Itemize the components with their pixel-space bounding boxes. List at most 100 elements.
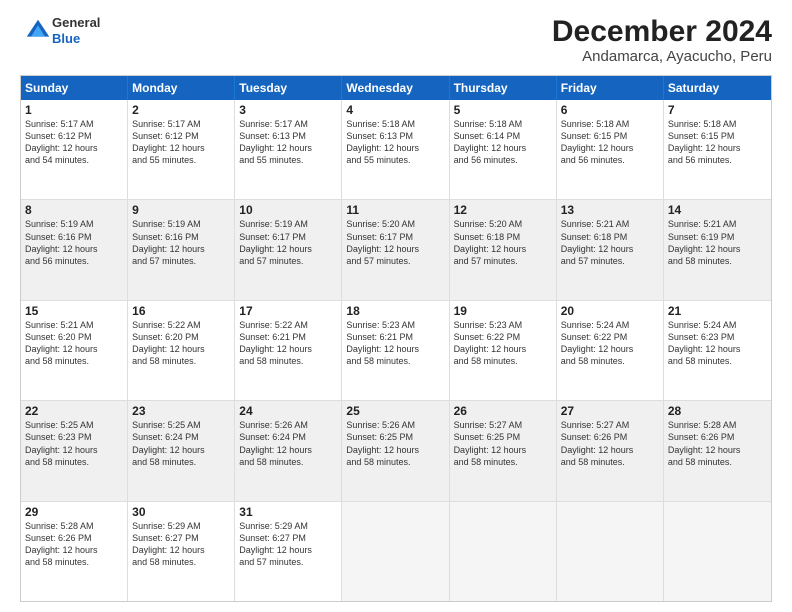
calendar-cell: 16Sunrise: 5:22 AM Sunset: 6:20 PM Dayli… xyxy=(128,301,235,400)
day-number: 31 xyxy=(239,505,337,519)
calendar-row: 15Sunrise: 5:21 AM Sunset: 6:20 PM Dayli… xyxy=(21,300,771,400)
day-number: 17 xyxy=(239,304,337,318)
calendar-header-cell: Friday xyxy=(557,76,664,100)
day-number: 7 xyxy=(668,103,767,117)
day-number: 24 xyxy=(239,404,337,418)
logo-text: General Blue xyxy=(52,15,100,46)
day-number: 15 xyxy=(25,304,123,318)
title-block: December 2024 Andamarca, Ayacucho, Peru xyxy=(552,15,772,65)
day-info: Sunrise: 5:27 AM Sunset: 6:25 PM Dayligh… xyxy=(454,419,552,468)
calendar-cell: 31Sunrise: 5:29 AM Sunset: 6:27 PM Dayli… xyxy=(235,502,342,601)
calendar-cell: 10Sunrise: 5:19 AM Sunset: 6:17 PM Dayli… xyxy=(235,200,342,299)
day-info: Sunrise: 5:23 AM Sunset: 6:21 PM Dayligh… xyxy=(346,319,444,368)
calendar-cell: 15Sunrise: 5:21 AM Sunset: 6:20 PM Dayli… xyxy=(21,301,128,400)
day-number: 3 xyxy=(239,103,337,117)
day-info: Sunrise: 5:21 AM Sunset: 6:18 PM Dayligh… xyxy=(561,218,659,267)
calendar-cell: 8Sunrise: 5:19 AM Sunset: 6:16 PM Daylig… xyxy=(21,200,128,299)
calendar-cell: 30Sunrise: 5:29 AM Sunset: 6:27 PM Dayli… xyxy=(128,502,235,601)
day-info: Sunrise: 5:19 AM Sunset: 6:16 PM Dayligh… xyxy=(25,218,123,267)
day-number: 25 xyxy=(346,404,444,418)
day-info: Sunrise: 5:17 AM Sunset: 6:13 PM Dayligh… xyxy=(239,118,337,167)
calendar-cell: 23Sunrise: 5:25 AM Sunset: 6:24 PM Dayli… xyxy=(128,401,235,500)
day-info: Sunrise: 5:22 AM Sunset: 6:20 PM Dayligh… xyxy=(132,319,230,368)
day-info: Sunrise: 5:27 AM Sunset: 6:26 PM Dayligh… xyxy=(561,419,659,468)
day-info: Sunrise: 5:29 AM Sunset: 6:27 PM Dayligh… xyxy=(132,520,230,569)
day-number: 29 xyxy=(25,505,123,519)
calendar-cell: 9Sunrise: 5:19 AM Sunset: 6:16 PM Daylig… xyxy=(128,200,235,299)
calendar-header: SundayMondayTuesdayWednesdayThursdayFrid… xyxy=(21,76,771,100)
page-subtitle: Andamarca, Ayacucho, Peru xyxy=(552,48,772,65)
calendar-cell xyxy=(557,502,664,601)
logo: General Blue xyxy=(20,15,100,46)
calendar-cell: 14Sunrise: 5:21 AM Sunset: 6:19 PM Dayli… xyxy=(664,200,771,299)
calendar-cell xyxy=(342,502,449,601)
day-number: 26 xyxy=(454,404,552,418)
calendar-cell: 20Sunrise: 5:24 AM Sunset: 6:22 PM Dayli… xyxy=(557,301,664,400)
day-info: Sunrise: 5:26 AM Sunset: 6:24 PM Dayligh… xyxy=(239,419,337,468)
day-number: 10 xyxy=(239,203,337,217)
logo-icon xyxy=(24,17,52,45)
day-info: Sunrise: 5:21 AM Sunset: 6:20 PM Dayligh… xyxy=(25,319,123,368)
header: General Blue December 2024 Andamarca, Ay… xyxy=(20,15,772,65)
day-info: Sunrise: 5:24 AM Sunset: 6:23 PM Dayligh… xyxy=(668,319,767,368)
calendar-cell: 18Sunrise: 5:23 AM Sunset: 6:21 PM Dayli… xyxy=(342,301,449,400)
day-number: 8 xyxy=(25,203,123,217)
page: General Blue December 2024 Andamarca, Ay… xyxy=(0,0,792,612)
calendar-cell: 21Sunrise: 5:24 AM Sunset: 6:23 PM Dayli… xyxy=(664,301,771,400)
calendar: SundayMondayTuesdayWednesdayThursdayFrid… xyxy=(20,75,772,602)
day-number: 12 xyxy=(454,203,552,217)
day-info: Sunrise: 5:20 AM Sunset: 6:18 PM Dayligh… xyxy=(454,218,552,267)
calendar-cell: 19Sunrise: 5:23 AM Sunset: 6:22 PM Dayli… xyxy=(450,301,557,400)
day-number: 2 xyxy=(132,103,230,117)
day-info: Sunrise: 5:25 AM Sunset: 6:23 PM Dayligh… xyxy=(25,419,123,468)
day-number: 28 xyxy=(668,404,767,418)
calendar-cell: 3Sunrise: 5:17 AM Sunset: 6:13 PM Daylig… xyxy=(235,100,342,199)
day-number: 9 xyxy=(132,203,230,217)
calendar-cell xyxy=(664,502,771,601)
calendar-cell: 1Sunrise: 5:17 AM Sunset: 6:12 PM Daylig… xyxy=(21,100,128,199)
calendar-cell: 22Sunrise: 5:25 AM Sunset: 6:23 PM Dayli… xyxy=(21,401,128,500)
day-info: Sunrise: 5:18 AM Sunset: 6:13 PM Dayligh… xyxy=(346,118,444,167)
calendar-header-cell: Sunday xyxy=(21,76,128,100)
calendar-cell: 4Sunrise: 5:18 AM Sunset: 6:13 PM Daylig… xyxy=(342,100,449,199)
calendar-header-cell: Saturday xyxy=(664,76,771,100)
calendar-row: 1Sunrise: 5:17 AM Sunset: 6:12 PM Daylig… xyxy=(21,100,771,199)
day-info: Sunrise: 5:28 AM Sunset: 6:26 PM Dayligh… xyxy=(668,419,767,468)
day-info: Sunrise: 5:23 AM Sunset: 6:22 PM Dayligh… xyxy=(454,319,552,368)
day-info: Sunrise: 5:25 AM Sunset: 6:24 PM Dayligh… xyxy=(132,419,230,468)
day-number: 22 xyxy=(25,404,123,418)
day-info: Sunrise: 5:21 AM Sunset: 6:19 PM Dayligh… xyxy=(668,218,767,267)
day-number: 6 xyxy=(561,103,659,117)
calendar-cell: 5Sunrise: 5:18 AM Sunset: 6:14 PM Daylig… xyxy=(450,100,557,199)
day-number: 11 xyxy=(346,203,444,217)
day-number: 20 xyxy=(561,304,659,318)
calendar-cell: 2Sunrise: 5:17 AM Sunset: 6:12 PM Daylig… xyxy=(128,100,235,199)
day-number: 16 xyxy=(132,304,230,318)
calendar-header-cell: Wednesday xyxy=(342,76,449,100)
calendar-cell: 28Sunrise: 5:28 AM Sunset: 6:26 PM Dayli… xyxy=(664,401,771,500)
day-number: 5 xyxy=(454,103,552,117)
calendar-cell: 13Sunrise: 5:21 AM Sunset: 6:18 PM Dayli… xyxy=(557,200,664,299)
day-number: 4 xyxy=(346,103,444,117)
day-info: Sunrise: 5:18 AM Sunset: 6:15 PM Dayligh… xyxy=(668,118,767,167)
day-info: Sunrise: 5:18 AM Sunset: 6:14 PM Dayligh… xyxy=(454,118,552,167)
day-info: Sunrise: 5:19 AM Sunset: 6:16 PM Dayligh… xyxy=(132,218,230,267)
day-number: 23 xyxy=(132,404,230,418)
calendar-header-cell: Thursday xyxy=(450,76,557,100)
day-info: Sunrise: 5:18 AM Sunset: 6:15 PM Dayligh… xyxy=(561,118,659,167)
calendar-row: 8Sunrise: 5:19 AM Sunset: 6:16 PM Daylig… xyxy=(21,199,771,299)
calendar-cell: 7Sunrise: 5:18 AM Sunset: 6:15 PM Daylig… xyxy=(664,100,771,199)
day-info: Sunrise: 5:28 AM Sunset: 6:26 PM Dayligh… xyxy=(25,520,123,569)
day-number: 27 xyxy=(561,404,659,418)
day-number: 14 xyxy=(668,203,767,217)
calendar-cell: 6Sunrise: 5:18 AM Sunset: 6:15 PM Daylig… xyxy=(557,100,664,199)
calendar-row: 29Sunrise: 5:28 AM Sunset: 6:26 PM Dayli… xyxy=(21,501,771,601)
day-info: Sunrise: 5:29 AM Sunset: 6:27 PM Dayligh… xyxy=(239,520,337,569)
day-info: Sunrise: 5:26 AM Sunset: 6:25 PM Dayligh… xyxy=(346,419,444,468)
calendar-cell xyxy=(450,502,557,601)
calendar-row: 22Sunrise: 5:25 AM Sunset: 6:23 PM Dayli… xyxy=(21,400,771,500)
calendar-cell: 26Sunrise: 5:27 AM Sunset: 6:25 PM Dayli… xyxy=(450,401,557,500)
calendar-cell: 12Sunrise: 5:20 AM Sunset: 6:18 PM Dayli… xyxy=(450,200,557,299)
calendar-cell: 17Sunrise: 5:22 AM Sunset: 6:21 PM Dayli… xyxy=(235,301,342,400)
day-number: 21 xyxy=(668,304,767,318)
